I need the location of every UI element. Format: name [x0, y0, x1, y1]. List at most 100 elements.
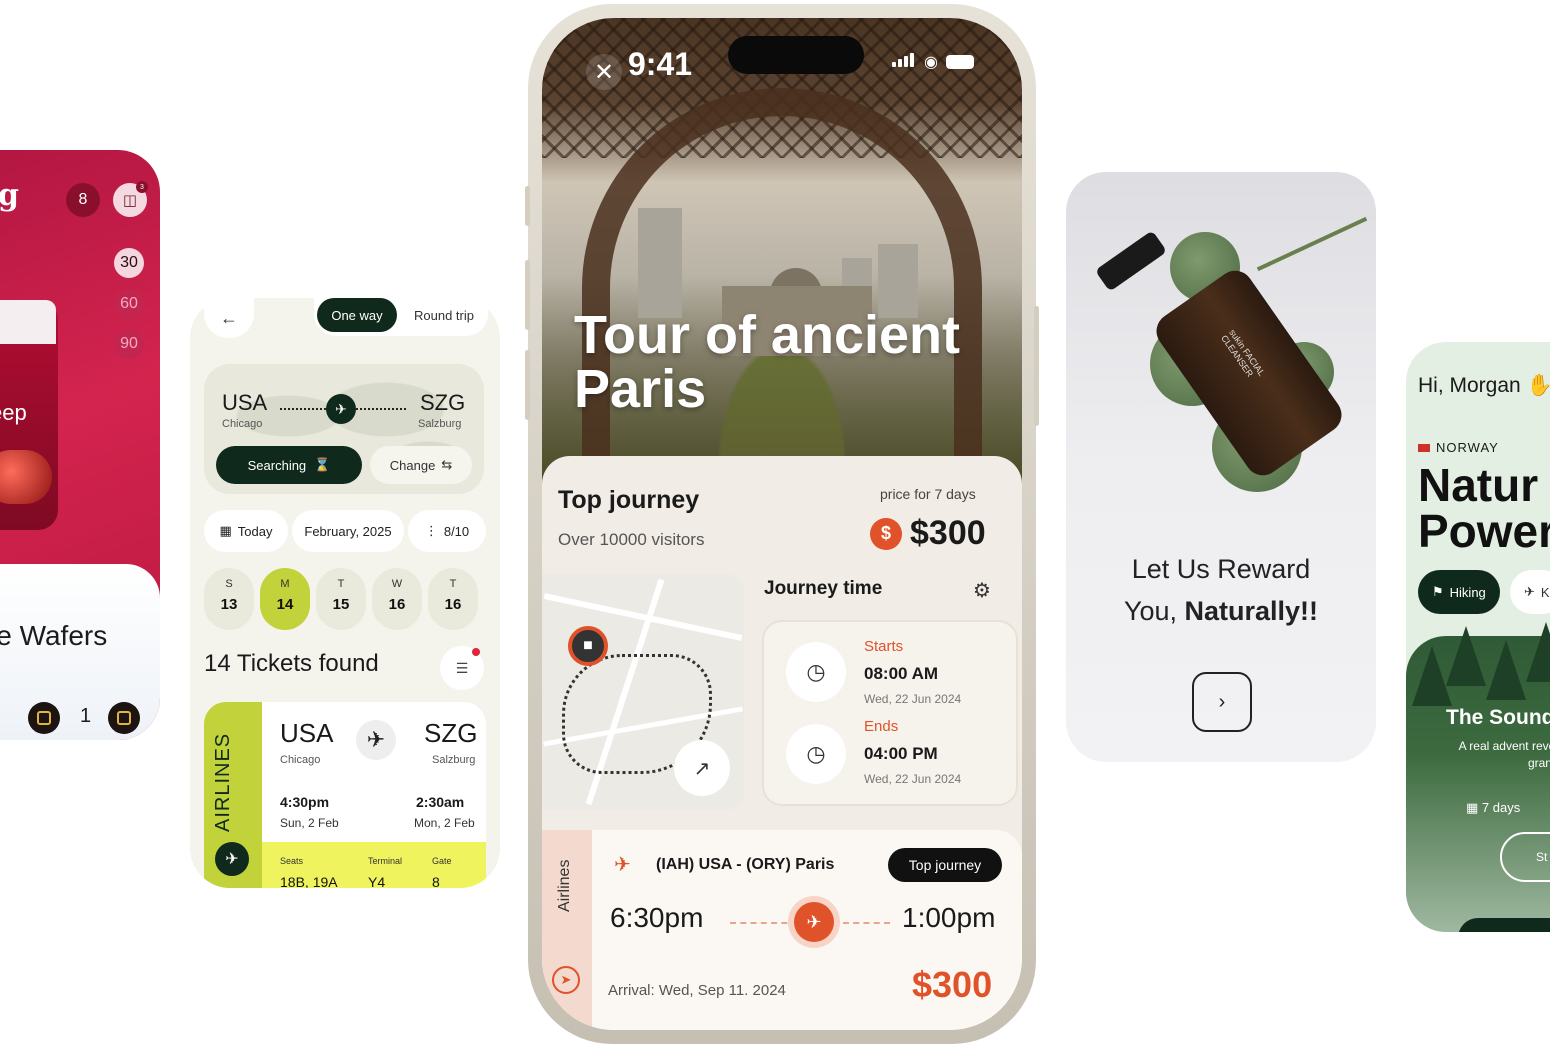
feature-title: The Sound [1446, 706, 1550, 729]
plane-icon: ✈ [794, 902, 834, 942]
nature-travel-card: Hi, Morgan ✋ NORWAY Natur Power ⚑ Hiking… [1406, 342, 1550, 932]
start-time: 08:00 AM [864, 664, 939, 683]
eiffel-tower-hero-image: Tour of ancient Paris [542, 18, 1022, 568]
message-line-2-bold: Naturally!! [1184, 596, 1319, 626]
one-way-tab[interactable]: One way [317, 298, 397, 332]
settings-sliders-icon[interactable]: ⚙ [966, 574, 998, 606]
cart-button[interactable]: ◫ 3 [113, 181, 148, 217]
category-label: K [1540, 584, 1550, 600]
day-button[interactable]: T 15 [316, 568, 366, 630]
decrease-quantity-button[interactable] [28, 702, 60, 734]
today-chip[interactable]: ▦ Today [204, 510, 288, 552]
ticket-to-city: Salzburg [432, 754, 476, 766]
ends-label: Ends [864, 718, 899, 735]
passengers-icon: ⋮ [424, 523, 438, 538]
tickets-found-heading: 14 Tickets found [204, 650, 379, 677]
dollar-coin-icon: $ [870, 517, 902, 550]
day-button[interactable]: S 13 [204, 568, 254, 630]
country-name: NORWAY [1436, 440, 1499, 455]
origin-code: USA [222, 390, 268, 415]
round-trip-tab[interactable]: Round trip [404, 298, 484, 332]
top-journey-title: Top journey [558, 486, 700, 514]
gummy-image [0, 450, 52, 504]
tree [1446, 626, 1486, 686]
phone-side-button [525, 350, 530, 420]
close-icon: ✕ [593, 58, 615, 86]
day-button[interactable]: T 16 [428, 568, 478, 630]
counter-badge[interactable]: 8 [66, 183, 100, 217]
filter-icon: ☰ [455, 659, 469, 676]
terminal-value: Y4 [368, 874, 386, 888]
brand-logo: g [0, 178, 19, 213]
expand-map-button[interactable]: ↗ [674, 740, 730, 796]
day-letter: W [391, 578, 403, 590]
flight-card[interactable]: Airlines ➤ ✈ (IAH) USA - (ORY) Paris Top… [542, 830, 1022, 1030]
terminal-label: Terminal [368, 856, 403, 866]
next-button[interactable]: › [1192, 672, 1252, 732]
status-time: 9:41 [628, 46, 693, 82]
hiking-filter[interactable]: ⚑ Hiking [1418, 570, 1500, 614]
price-label: price for 7 days [880, 486, 976, 502]
spinner-icon: ⌛ [314, 457, 331, 472]
candy-app-card: g 8 ◫ 3 30 60 90 eep le Wafers 1 [0, 150, 160, 740]
country-label: NORWAY [1418, 440, 1499, 455]
price-display: $ $300 [870, 514, 986, 553]
quantity-option-60[interactable]: 60 [114, 289, 144, 319]
start-button[interactable]: St [1500, 832, 1550, 882]
plane-icon: ✈ [356, 720, 396, 760]
day-button[interactable]: W 16 [372, 568, 422, 630]
day-button-selected[interactable]: M 14 [260, 568, 310, 630]
duration: ▦ 7 days [1466, 800, 1520, 816]
day-letter: M [280, 578, 290, 590]
jar-lid [0, 300, 56, 344]
reward-message: Let Us Reward You, Naturally!! [1066, 548, 1376, 632]
quantity-option-30[interactable]: 30 [114, 248, 144, 278]
signal-icon [892, 52, 916, 72]
duration-value: 7 days [1481, 800, 1521, 815]
hiker-icon: ⚑ [1432, 584, 1444, 599]
change-button[interactable]: Change ⇆ [370, 446, 472, 484]
arrow-left-icon: ← [220, 307, 238, 328]
notification-dot [472, 648, 480, 656]
skyscraper [638, 208, 682, 318]
day-letter: S [225, 578, 233, 590]
trip-type-toggle: One way Round trip [314, 298, 488, 336]
category-filter[interactable]: ✈ K [1510, 570, 1550, 614]
searching-button[interactable]: Searching ⌛ [216, 446, 362, 484]
route-panel: USA Chicago ✈ SZG Salzburg Searching ⌛ C… [204, 364, 484, 494]
visitors-count: Over 10000 visitors [558, 530, 705, 549]
day-number: 13 [220, 596, 238, 613]
destination-city: Salzburg [418, 418, 462, 430]
ticket-from-city: Chicago [280, 754, 321, 766]
greeting-text: Hi, Morgan [1418, 374, 1521, 397]
ticket-card[interactable]: AIRLINES ✈ USA Chicago ✈ SZG Salzburg 4:… [204, 702, 486, 888]
journey-panel: Top journey Over 10000 visitors price fo… [542, 456, 1022, 1030]
expand-icon: ↗ [693, 757, 711, 780]
route-map[interactable]: ■ ↗ [542, 574, 744, 810]
today-label: Today [237, 523, 273, 539]
quantity-option-90[interactable]: 90 [114, 329, 144, 359]
seats-label: Seats [280, 856, 304, 866]
back-button[interactable]: ← [204, 298, 254, 338]
forest-image [1406, 622, 1550, 932]
compass-icon: ➤ [552, 966, 580, 994]
wifi-icon: ◉ [924, 54, 938, 71]
calendar-icon: ▦ [1466, 800, 1479, 815]
passengers-chip[interactable]: ⋮ 8/10 [408, 510, 486, 552]
cart-count-badge: 3 [136, 181, 148, 193]
filter-button[interactable]: ☰ [440, 646, 484, 690]
passengers-label: 8/10 [443, 523, 470, 539]
ticket-departure-time: 4:30pm [280, 794, 330, 810]
searching-label: Searching [247, 457, 307, 473]
top-journey-badge: Top journey [888, 848, 1002, 882]
day-letter: T [449, 578, 457, 590]
quantity-value: 1 [80, 705, 92, 727]
plant-sprig [1256, 216, 1368, 272]
tree [1526, 622, 1550, 682]
increase-quantity-button[interactable] [108, 702, 140, 734]
month-chip[interactable]: February, 2025 [292, 510, 404, 552]
gate-label: Gate [432, 856, 452, 866]
plane-icon: ✈ [215, 842, 249, 876]
close-button[interactable]: ✕ [586, 54, 622, 90]
chevron-right-icon: › [1218, 690, 1226, 713]
